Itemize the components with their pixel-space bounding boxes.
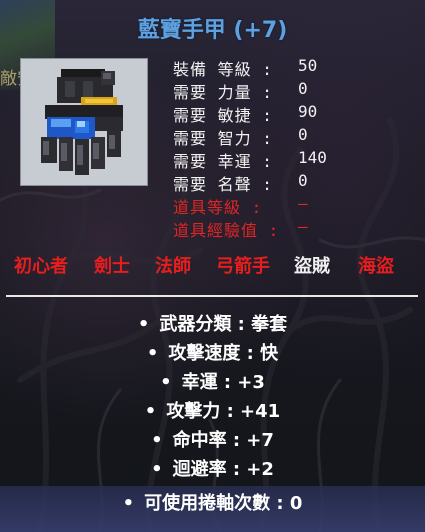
requirement-row-str: 需要 力量 : 0 (173, 79, 413, 102)
bullet-icon: • (160, 372, 172, 393)
job-requirements: 初心者 劍士 法師 弓箭手 盜賊 海盜 (14, 252, 414, 278)
requirements-table: 裝備 等級 : 50 需要 力量 : 0 需要 敏捷 : 90 需要 智力 : … (173, 56, 413, 240)
stat-attack: • 攻擊力 : +41 (0, 397, 425, 426)
job-thief: 盜賊 (294, 256, 330, 277)
bullet-icon: • (146, 343, 159, 364)
stat-text: 武器分類 : 拳套 (159, 314, 288, 335)
requirement-row-int: 需要 智力 : 0 (173, 125, 413, 148)
requirement-label: 道具等級 : (173, 198, 263, 217)
stat-luck: • 幸運 : +3 (0, 368, 425, 397)
stat-text: 幸運 : +3 (181, 372, 265, 393)
requirement-row-dex: 需要 敏捷 : 90 (173, 102, 413, 125)
requirement-value: 0 (298, 79, 308, 98)
requirement-value: – (298, 217, 308, 236)
requirement-label: 需要 智力 : (173, 129, 273, 148)
stat-attack-speed: • 攻擊速度 : 快 (0, 339, 425, 368)
requirement-row-luk: 需要 幸運 : 140 (173, 148, 413, 171)
bullet-icon: • (122, 493, 135, 514)
stat-text: 可使用捲軸次數 : 0 (144, 493, 303, 514)
bullet-icon: • (144, 401, 157, 422)
requirement-label: 裝備 等級 : (173, 60, 273, 79)
job-warrior: 劍士 (94, 256, 130, 277)
stat-text: 命中率 : +7 (172, 430, 274, 451)
item-title: 藍寶手甲 (+7) (137, 18, 288, 43)
requirement-value: 0 (298, 171, 308, 190)
requirement-row-item-level: 道具等級 : – (173, 194, 413, 217)
stat-avoidability: • 迴避率 : +2 (0, 455, 425, 484)
item-icon-frame (20, 58, 148, 186)
requirement-row-fame: 需要 名聲 : 0 (173, 171, 413, 194)
requirement-value: 140 (298, 148, 327, 167)
requirement-label: 需要 敏捷 : (173, 106, 273, 125)
requirement-value: 90 (298, 102, 318, 121)
bullet-icon: • (151, 430, 163, 451)
requirement-value: 0 (298, 125, 308, 144)
stat-text: 迴避率 : +2 (172, 459, 274, 480)
job-bowman: 弓箭手 (216, 256, 270, 277)
bullet-icon: • (137, 314, 150, 335)
requirement-label: 道具經驗值 : (173, 221, 280, 240)
stat-accuracy: • 命中率 : +7 (0, 426, 425, 455)
job-beginner: 初心者 (14, 256, 68, 277)
divider (6, 295, 418, 297)
requirement-label: 需要 名聲 : (173, 175, 273, 194)
requirement-label: 需要 力量 : (173, 83, 273, 102)
requirement-row-item-exp: 道具經驗值 : – (173, 217, 413, 240)
stat-text: 攻擊速度 : 快 (168, 343, 279, 364)
job-magician: 法師 (155, 256, 191, 277)
stat-text: 攻擊力 : +41 (166, 401, 281, 422)
upgrade-slots-bar: • 可使用捲軸次數 : 0 (0, 486, 425, 532)
stat-weapon-type: • 武器分類 : 拳套 (0, 310, 425, 339)
bullet-icon: • (151, 459, 163, 480)
blue-gem-gloves-icon (41, 69, 123, 175)
requirement-value: 50 (298, 56, 318, 75)
requirement-value: – (298, 194, 308, 213)
item-tooltip: 敵安 藍寶手甲 (+7) 裝備 等級: 50 需要 力量: 0 需要 敏捷 … (0, 0, 425, 532)
stat-upgrade-slots: • 可使用捲軸次數 : 0 (0, 486, 425, 522)
requirement-label: 需要 幸運 : (173, 152, 273, 171)
item-stats: • 武器分類 : 拳套 • 攻擊速度 : 快 • 幸運 : +3 • 攻擊力 : +41… (0, 310, 425, 484)
job-pirate: 海盜 (358, 256, 394, 277)
requirement-row-level: 裝備 等級 : 50 (173, 56, 413, 79)
